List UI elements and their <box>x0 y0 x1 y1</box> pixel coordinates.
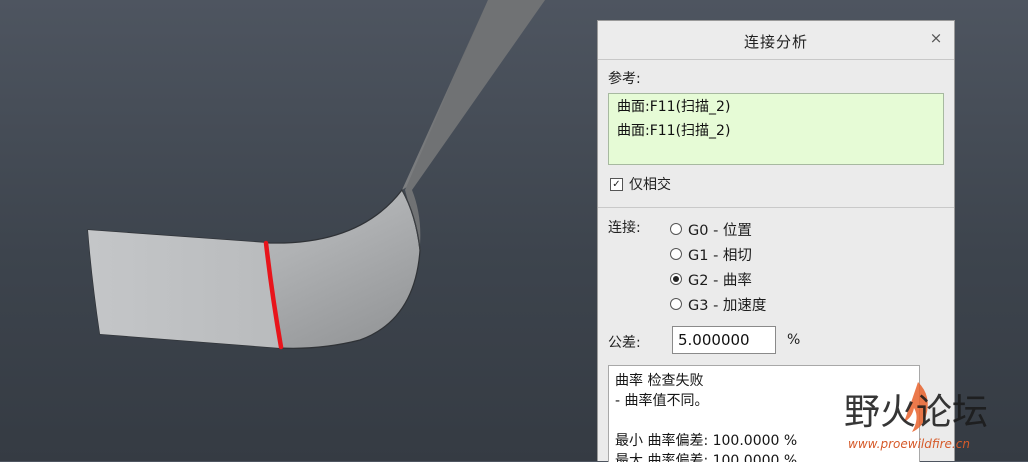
radio-label: G2 - 曲率 <box>688 273 752 289</box>
tolerance-unit: % <box>787 332 801 348</box>
radio-button-selected[interactable] <box>670 273 682 285</box>
dialog-header: 连接分析 × <box>598 21 954 60</box>
radio-label: G1 - 相切 <box>688 248 752 264</box>
reference-item[interactable]: 曲面:F11(扫描_2) <box>617 97 935 121</box>
radio-button[interactable] <box>670 223 682 235</box>
tolerance-label: 公差: <box>608 335 641 351</box>
radio-label: G0 - 位置 <box>688 223 752 239</box>
radio-label: G3 - 加速度 <box>688 298 767 314</box>
divider <box>598 207 954 208</box>
dialog-title: 连接分析 <box>743 33 808 51</box>
radio-button[interactable] <box>670 248 682 260</box>
close-icon[interactable]: × <box>928 29 944 47</box>
watermark-brand: 野火论坛 <box>844 392 988 433</box>
watermark-logo: 野火论坛 www.proewildfire.cn <box>844 382 988 451</box>
reference-item[interactable]: 曲面:F11(扫描_2) <box>617 121 935 145</box>
intersect-only-label: 仅相交 <box>629 177 671 193</box>
intersect-only-checkbox[interactable]: ✓ <box>610 178 623 191</box>
tolerance-input[interactable] <box>672 326 776 354</box>
radio-button[interactable] <box>670 298 682 310</box>
reference-label: 参考: <box>608 71 641 87</box>
reference-list[interactable]: 曲面:F11(扫描_2) 曲面:F11(扫描_2) <box>608 93 944 165</box>
watermark-url: www.proewildfire.cn <box>848 437 970 451</box>
sweep-flat-face <box>88 230 280 348</box>
connection-label: 连接: <box>608 220 641 236</box>
